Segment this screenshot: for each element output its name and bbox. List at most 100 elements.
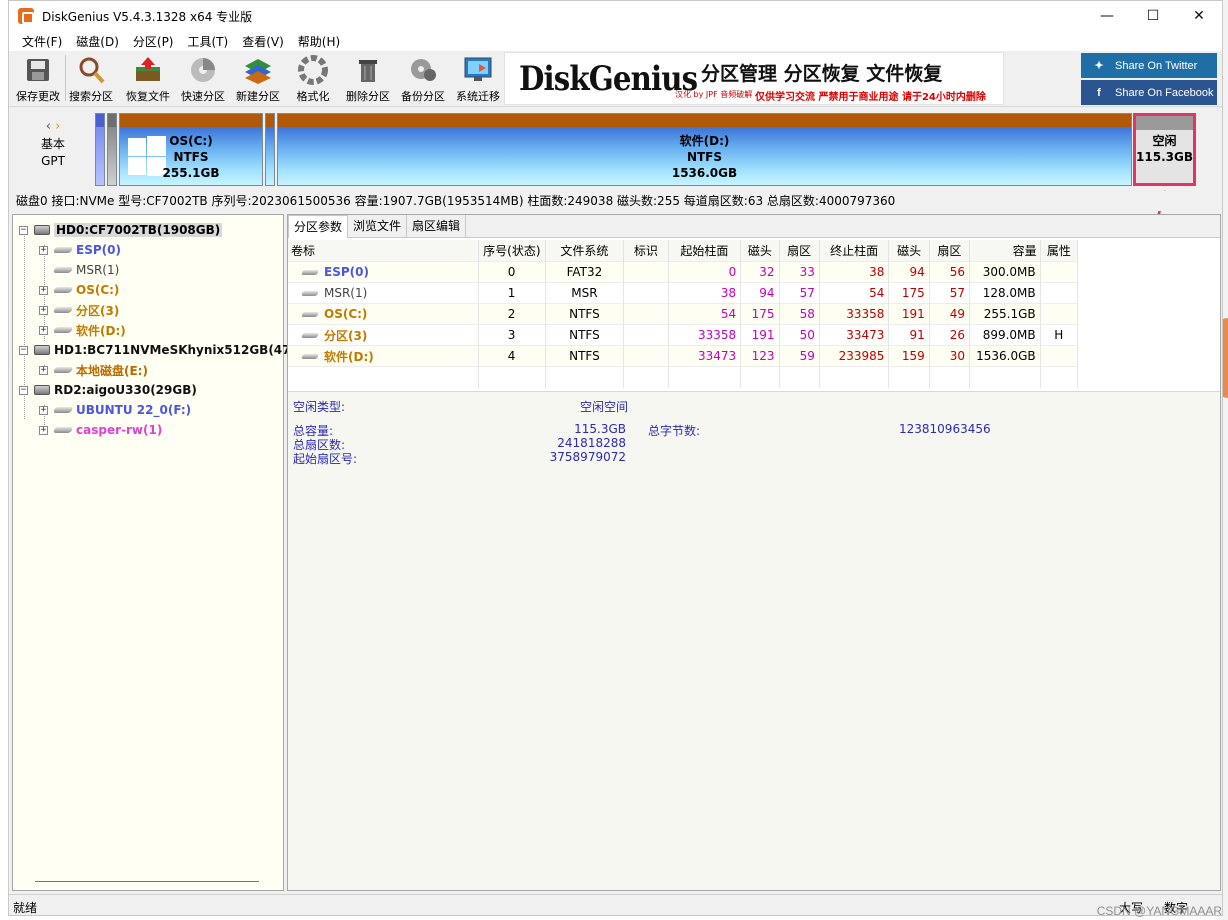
tab-browse-files[interactable]: 浏览文件 bbox=[348, 215, 408, 237]
col-filesystem[interactable]: 文件系统 bbox=[545, 240, 625, 261]
close-button[interactable]: ✕ bbox=[1176, 1, 1222, 31]
row-attribute bbox=[1040, 260, 1079, 282]
menu-help[interactable]: 帮助(H) bbox=[291, 33, 347, 50]
row-index: 0 bbox=[478, 260, 546, 282]
restore-files-button[interactable]: 恢复文件 bbox=[119, 53, 177, 105]
expand-icon[interactable]: + bbox=[39, 305, 48, 315]
partition-block-os[interactable]: OS(C:) NTFS 255.1GB bbox=[119, 113, 263, 186]
menu-disk[interactable]: 磁盘(D) bbox=[69, 33, 126, 50]
delete-partition-button[interactable]: 删除分区 bbox=[339, 53, 397, 105]
backup-partition-button[interactable]: 备份分区 bbox=[394, 53, 452, 105]
expand-icon[interactable]: + bbox=[39, 405, 48, 415]
total-bytes-value: 123810963456 bbox=[899, 422, 991, 436]
tree-disk-hd0[interactable]: − HD0:CF7002TB(1908GB) bbox=[19, 221, 223, 239]
share-facebook-button[interactable]: f Share On Facebook bbox=[1081, 80, 1217, 105]
col-attribute[interactable]: 属性 bbox=[1040, 240, 1079, 261]
row-attribute bbox=[1040, 281, 1079, 303]
tree-partition-3[interactable]: + 分区(3) bbox=[39, 301, 119, 319]
minimize-button[interactable]: — bbox=[1084, 1, 1130, 31]
table-row[interactable]: 分区(3) 3 NTFS 33358 191 50 33473 91 26 89… bbox=[288, 323, 1079, 345]
col-volume[interactable]: 卷标 bbox=[288, 240, 480, 261]
prev-disk-icon[interactable]: ‹ bbox=[46, 119, 51, 134]
table-row[interactable]: ESP(0) 0 FAT32 0 32 33 38 94 56 300.0MB bbox=[288, 260, 1079, 282]
maximize-button[interactable]: ☐ bbox=[1130, 1, 1176, 31]
search-partition-button[interactable]: 搜索分区 bbox=[62, 53, 120, 105]
table-row[interactable]: 软件(D:) 4 NTFS 33473 123 59 233985 159 30… bbox=[288, 344, 1079, 367]
title-bar: DiskGenius V5.4.3.1328 x64 专业版 — ☐ ✕ bbox=[9, 1, 1222, 31]
expand-icon[interactable]: + bbox=[39, 425, 48, 435]
row-index: 1 bbox=[478, 281, 546, 303]
format-button[interactable]: 格式化 bbox=[284, 53, 342, 105]
expand-icon[interactable]: + bbox=[39, 365, 48, 375]
menu-partition[interactable]: 分区(P) bbox=[126, 33, 181, 50]
quick-partition-label: 快速分区 bbox=[181, 90, 225, 103]
menu-view[interactable]: 查看(V) bbox=[235, 33, 291, 50]
col-capacity[interactable]: 容量 bbox=[969, 240, 1041, 261]
total-sectors-value: 241818288 bbox=[557, 436, 626, 450]
collapse-icon[interactable]: − bbox=[19, 225, 28, 235]
disk-nav-arrows[interactable]: ‹ › bbox=[23, 118, 83, 135]
col-flag[interactable]: 标识 bbox=[623, 240, 669, 261]
d-partition-text: 软件(D:) NTFS 1536.0GB bbox=[278, 133, 1131, 181]
tab-partition-params[interactable]: 分区参数 bbox=[288, 215, 349, 238]
collapse-icon[interactable]: − bbox=[19, 385, 28, 395]
row-volume: MSR(1) bbox=[324, 286, 368, 300]
disk-type-label: 基本 bbox=[40, 137, 65, 151]
tree-disk-rd2[interactable]: − RD2:aigoU330(29GB) bbox=[19, 381, 197, 399]
window-title: DiskGenius V5.4.3.1328 x64 专业版 bbox=[42, 9, 253, 24]
col-start-head[interactable]: 磁头 bbox=[740, 240, 780, 261]
share-twitter-button[interactable]: ✦ Share On Twitter bbox=[1081, 53, 1217, 78]
tree-horizontal-scrollbar[interactable] bbox=[35, 881, 259, 882]
tree-partition-ubuntu[interactable]: + UBUNTU 22_0(F:) bbox=[39, 401, 191, 419]
expand-icon[interactable]: + bbox=[39, 245, 48, 255]
row-end-head: 175 bbox=[888, 281, 930, 303]
tree-partition-d[interactable]: + 软件(D:) bbox=[39, 321, 126, 339]
col-start-sector[interactable]: 扇区 bbox=[779, 240, 820, 261]
disk-info-bar: 磁盘0 接口:NVMe 型号:CF7002TB 序列号:202306150053… bbox=[9, 191, 1222, 211]
tree-partition-e[interactable]: + 本地磁盘(E:) bbox=[39, 361, 148, 379]
menu-tools[interactable]: 工具(T) bbox=[181, 33, 236, 50]
partition-block-3[interactable] bbox=[265, 113, 275, 186]
row-filesystem: NTFS bbox=[545, 323, 625, 345]
partition-block-d[interactable]: 软件(D:) NTFS 1536.0GB bbox=[277, 113, 1132, 186]
col-end-sector[interactable]: 扇区 bbox=[929, 240, 971, 261]
col-end-cylinder[interactable]: 终止柱面 bbox=[819, 240, 890, 261]
row-start-head: 32 bbox=[740, 260, 780, 282]
col-start-cylinder[interactable]: 起始柱面 bbox=[668, 240, 742, 261]
new-partition-label: 新建分区 bbox=[236, 90, 280, 103]
tree-partition-os[interactable]: + OS(C:) bbox=[39, 281, 119, 299]
tree-disk-hd0-label: HD0:CF7002TB(1908GB) bbox=[54, 223, 223, 237]
partition-block-esp[interactable] bbox=[95, 113, 105, 186]
restore-files-label: 恢复文件 bbox=[126, 90, 170, 103]
tree-partition-esp[interactable]: + ESP(0) bbox=[39, 241, 121, 259]
tree-disk-hd1[interactable]: − HD1:BC711NVMeSKhynix512GB(477G bbox=[19, 341, 309, 359]
collapse-icon[interactable]: − bbox=[19, 345, 28, 355]
new-partition-icon bbox=[243, 55, 273, 85]
tab-sector-edit[interactable]: 扇区编辑 bbox=[407, 215, 467, 237]
new-partition-button[interactable]: 新建分区 bbox=[229, 53, 287, 105]
tree-partition-msr[interactable]: MSR(1) bbox=[39, 261, 119, 279]
save-changes-button[interactable]: 保存更改 bbox=[9, 53, 67, 105]
format-label: 格式化 bbox=[296, 90, 330, 103]
next-disk-icon[interactable]: › bbox=[55, 119, 60, 134]
expand-icon[interactable]: + bbox=[39, 285, 48, 295]
table-row[interactable]: OS(C:) 2 NTFS 54 175 58 33358 191 49 255… bbox=[288, 302, 1079, 324]
app-logo-icon bbox=[18, 8, 34, 24]
col-end-head[interactable]: 磁头 bbox=[888, 240, 930, 261]
os-partition-size: 255.1GB bbox=[162, 166, 220, 180]
expand-icon[interactable]: + bbox=[39, 325, 48, 335]
system-migrate-button[interactable]: 系统迁移 bbox=[449, 53, 507, 105]
row-start-head: 123 bbox=[740, 344, 780, 367]
partition-block-msr[interactable] bbox=[107, 113, 117, 186]
menu-file[interactable]: 文件(F) bbox=[15, 33, 69, 50]
os-partition-name: OS(C:) bbox=[169, 134, 213, 148]
details-panel: 空闲类型: 空闲空间 总容量: 115.3GB 总字节数: 1238109634… bbox=[288, 391, 1220, 890]
share-facebook-label: Share On Facebook bbox=[1115, 86, 1214, 99]
row-capacity: 899.0MB bbox=[969, 323, 1041, 345]
table-row[interactable]: MSR(1) 1 MSR 38 94 57 54 175 57 128.0MB bbox=[288, 281, 1079, 303]
status-text: 就绪 bbox=[13, 901, 38, 915]
free-space-block[interactable]: 空闲 115.3GB bbox=[1133, 113, 1196, 186]
quick-partition-button[interactable]: 快速分区 bbox=[174, 53, 232, 105]
col-index[interactable]: 序号(状态) bbox=[478, 240, 546, 261]
tree-partition-casper[interactable]: + casper-rw(1) bbox=[39, 421, 162, 439]
